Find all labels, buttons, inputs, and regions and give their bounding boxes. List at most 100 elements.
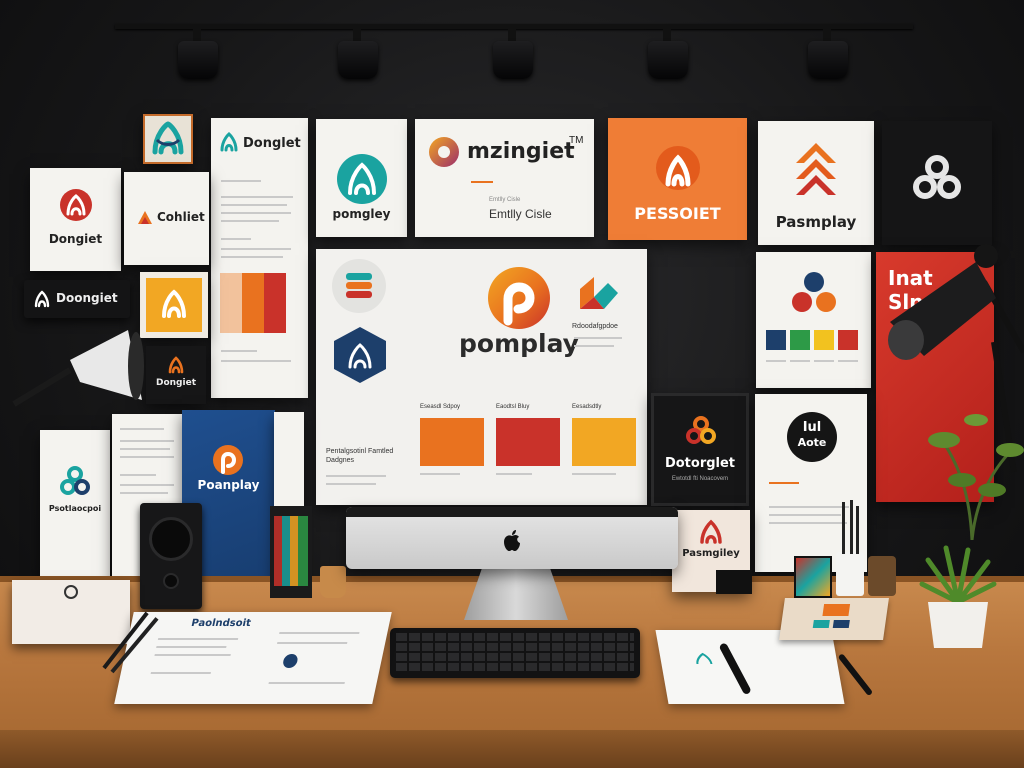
- text-line: [769, 482, 799, 484]
- color-swatch-yellow: [572, 418, 636, 466]
- color-swatch: [242, 273, 264, 333]
- logo-card-pasmplay: Pasmplay: [758, 121, 874, 245]
- artwork-tile: [794, 556, 832, 598]
- imac-back: [346, 507, 678, 569]
- trademark-mark: TM: [569, 135, 584, 146]
- logo-card-pessoiet: PESSOIET: [608, 118, 747, 240]
- color-swatch: [766, 330, 786, 350]
- text-line: [326, 483, 376, 485]
- card-subtext-small: Emtlly Cisle: [489, 197, 521, 203]
- text-line: [120, 484, 174, 486]
- apple-logo-icon: [504, 530, 520, 551]
- white-box: [12, 580, 130, 644]
- swatch-book: [270, 506, 312, 598]
- imac-stand: [464, 566, 568, 620]
- spotlight: [178, 41, 218, 79]
- color-swatch: [264, 273, 286, 333]
- wooden-cup: [320, 566, 346, 598]
- spotlight-stem: [663, 29, 671, 41]
- logo-card-mzingiet: mzingiet TM Emtlly Cisle Emtlly Cisle: [415, 119, 594, 237]
- card-wordmark: Dongiet: [156, 378, 196, 388]
- orange-knot-icon: [686, 416, 716, 444]
- sketch-paper-right: [655, 630, 845, 704]
- board-right-caption: Rdoodafgpdoe: [572, 323, 618, 330]
- doc-title: Paolndsoit: [190, 618, 252, 629]
- board-bottom-caption: Pentalgsotinl Famtled Dadgnes: [326, 448, 394, 464]
- swatch-label: Eaodtsl Bluy: [496, 404, 530, 410]
- text-line: [769, 514, 841, 516]
- logo-card-orange-square: [140, 272, 208, 338]
- palette-card-cubes: [756, 252, 871, 388]
- color-swatch: [838, 330, 858, 350]
- jar: [868, 556, 896, 596]
- color-swatch: [822, 604, 851, 616]
- text-line: [279, 632, 360, 634]
- chevron-stack-icon: [796, 143, 836, 195]
- box-logo-icon: [64, 585, 78, 599]
- framed-logo-small: [143, 114, 193, 164]
- spotlight: [808, 41, 848, 79]
- teal-knot-icon: [60, 466, 90, 495]
- gradient-loop-icon: [429, 137, 459, 167]
- spotlight-stem: [823, 29, 831, 41]
- text-line: [221, 180, 261, 182]
- color-grid: [274, 516, 308, 586]
- text-line: [221, 360, 291, 362]
- doc-logo: [281, 654, 299, 668]
- business-card-black: [716, 570, 752, 594]
- plant-icon: [928, 414, 1024, 540]
- color-swatch: [790, 330, 810, 350]
- color-swatch: [814, 330, 834, 350]
- speaker-woofer: [149, 517, 193, 561]
- orange-knot-icon: [168, 356, 184, 374]
- red-knot-icon: [700, 519, 722, 544]
- imac-top-bezel: [346, 507, 678, 517]
- knot-logo-icon: [162, 289, 186, 318]
- card-wordmark: Dotorglet: [664, 456, 736, 471]
- badge-text: Aote: [797, 436, 827, 449]
- brand-board-pomplay: pomplay Rdoodafgpdoe Eseasdl Sdpoy Eaodt…: [316, 249, 647, 505]
- color-swatch-red: [496, 418, 560, 466]
- text-line: [221, 220, 279, 222]
- logo-paper-left: Psotlaocpoi: [40, 430, 110, 580]
- pomplay-main-logo-icon: [488, 267, 550, 329]
- text-line: [221, 196, 293, 198]
- brand-doc-left: Paolndsoit: [114, 612, 392, 704]
- desk-front-edge: [0, 730, 1024, 768]
- dark-card-dongiet: Dongiet: [146, 346, 206, 404]
- teal-knot-icon: [220, 132, 238, 152]
- card-wordmark: Pasmplay: [775, 213, 857, 231]
- card-wordmark: Donglet: [243, 136, 301, 151]
- logo-card-dongiet: Dongiet: [30, 168, 121, 271]
- text-line: [221, 238, 251, 240]
- text-line: [766, 360, 786, 362]
- speaker: [140, 503, 202, 609]
- color-swatch: [220, 273, 242, 333]
- text-line: [156, 646, 227, 648]
- text-line: [221, 248, 291, 250]
- logo-card-pomgley: pomgley: [316, 119, 407, 237]
- text-line: [769, 506, 849, 508]
- text-line: [769, 522, 847, 524]
- text-line: [790, 360, 810, 362]
- orange-arrow-icon: [138, 211, 152, 224]
- keyboard[interactable]: [390, 628, 640, 678]
- pomplay-logo-icon: [213, 445, 243, 475]
- book-wordmark: Poanplay: [197, 478, 260, 492]
- board-wordmark: pomplay: [459, 329, 579, 358]
- spotlight: [338, 41, 378, 79]
- card-wordmark: mzingiet: [467, 139, 575, 164]
- white-knot-icon: [34, 290, 50, 308]
- card-caption: Ewtotdl fti Noacovem: [671, 476, 729, 482]
- text-line: [120, 492, 168, 494]
- spotlight: [493, 41, 533, 79]
- stack-layers-icon: [346, 273, 372, 298]
- spotlight-stem: [508, 29, 516, 41]
- card-wordmark: PESSOIET: [634, 204, 721, 223]
- pencil: [856, 506, 859, 554]
- geometric-mark-icon: [580, 277, 618, 309]
- swatch-label: Eseasdl Sdpoy: [420, 404, 461, 410]
- card-wordmark: Dongiet: [48, 232, 103, 246]
- text-line: [268, 682, 345, 684]
- pencil: [850, 500, 853, 554]
